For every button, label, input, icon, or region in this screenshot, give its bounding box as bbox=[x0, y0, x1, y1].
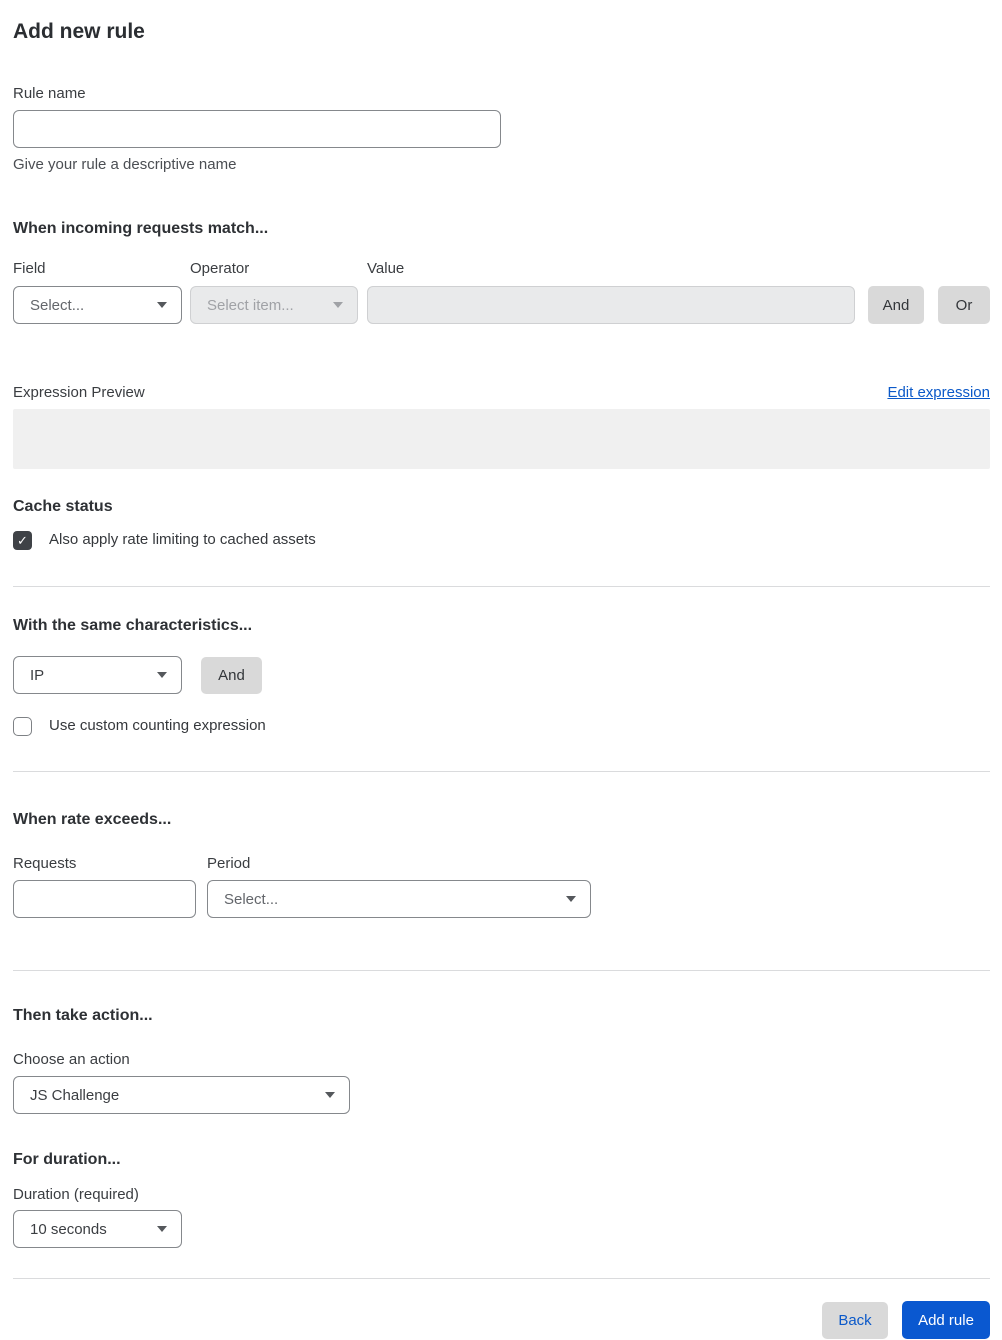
characteristics-and-button[interactable]: And bbox=[201, 656, 262, 694]
chevron-down-icon bbox=[157, 1226, 167, 1232]
action-heading: Then take action... bbox=[13, 1007, 153, 1024]
match-section-heading: When incoming requests match... bbox=[13, 220, 269, 237]
back-button[interactable]: Back bbox=[822, 1301, 888, 1339]
operator-label: Operator bbox=[190, 260, 250, 277]
page-title: Add new rule bbox=[13, 20, 145, 43]
action-select[interactable]: JS Challenge bbox=[13, 1076, 350, 1114]
custom-counting-checkbox-label: Use custom counting expression bbox=[49, 717, 266, 734]
operator-select-value: Select item... bbox=[207, 296, 294, 314]
chevron-down-icon bbox=[566, 896, 576, 902]
custom-counting-checkbox[interactable] bbox=[13, 716, 32, 736]
cache-status-heading: Cache status bbox=[13, 498, 113, 515]
divider bbox=[13, 1278, 990, 1279]
duration-heading: For duration... bbox=[13, 1151, 121, 1168]
rule-name-helper: Give your rule a descriptive name bbox=[13, 156, 237, 173]
value-input bbox=[367, 286, 855, 324]
check-icon: ✓ bbox=[17, 532, 28, 548]
requests-label: Requests bbox=[13, 855, 77, 872]
expression-preview-box bbox=[13, 409, 990, 469]
expression-preview-label: Expression Preview bbox=[13, 384, 145, 401]
add-rule-button[interactable]: Add rule bbox=[902, 1301, 990, 1339]
chevron-down-icon bbox=[333, 302, 343, 308]
or-button[interactable]: Or bbox=[938, 286, 990, 324]
field-label: Field bbox=[13, 260, 46, 277]
chevron-down-icon bbox=[157, 302, 167, 308]
characteristic-select[interactable]: IP bbox=[13, 656, 182, 694]
rule-name-label: Rule name bbox=[13, 85, 86, 102]
field-select-value: Select... bbox=[30, 296, 85, 314]
add-rule-form: Add new rule Rule name Give your rule a … bbox=[0, 0, 1002, 1339]
edit-expression-link[interactable]: Edit expression bbox=[887, 382, 990, 403]
chevron-down-icon bbox=[157, 672, 167, 678]
duration-select-value: 10 seconds bbox=[30, 1220, 107, 1238]
value-label: Value bbox=[367, 260, 405, 277]
duration-label: Duration (required) bbox=[13, 1186, 139, 1203]
characteristic-select-value: IP bbox=[30, 666, 45, 684]
period-label: Period bbox=[207, 855, 251, 872]
period-select-value: Select... bbox=[224, 890, 279, 908]
divider bbox=[13, 771, 990, 772]
and-button[interactable]: And bbox=[868, 286, 924, 324]
choose-action-label: Choose an action bbox=[13, 1051, 130, 1068]
divider bbox=[13, 970, 990, 971]
chevron-down-icon bbox=[325, 1092, 335, 1098]
cached-assets-checkbox[interactable]: ✓ bbox=[13, 530, 32, 550]
action-select-value: JS Challenge bbox=[30, 1086, 120, 1104]
cached-assets-checkbox-label: Also apply rate limiting to cached asset… bbox=[49, 531, 316, 548]
duration-select[interactable]: 10 seconds bbox=[13, 1210, 182, 1248]
period-select[interactable]: Select... bbox=[207, 880, 591, 918]
divider bbox=[13, 586, 990, 587]
characteristics-heading: With the same characteristics... bbox=[13, 617, 253, 634]
rate-heading: When rate exceeds... bbox=[13, 811, 172, 828]
operator-select: Select item... bbox=[190, 286, 358, 324]
rule-name-input[interactable] bbox=[13, 110, 501, 148]
requests-input[interactable] bbox=[13, 880, 196, 918]
field-select[interactable]: Select... bbox=[13, 286, 182, 324]
